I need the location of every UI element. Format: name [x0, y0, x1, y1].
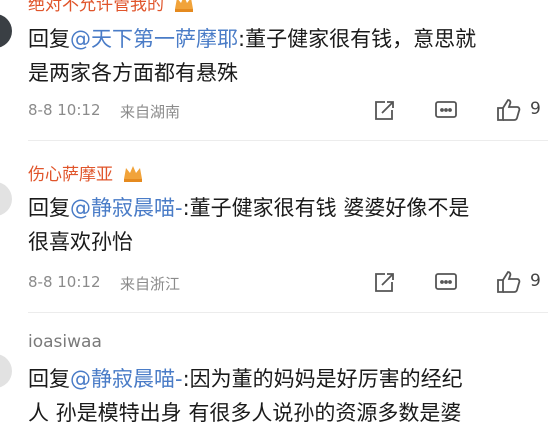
location: 来自湖南	[120, 103, 181, 121]
divider	[28, 140, 548, 141]
comment-text: 回复@天下第一萨摩耶:董子健家很有钱，意思就 是两家各方面都有悬殊	[28, 27, 477, 85]
timestamp: 8-8 10:12	[28, 273, 101, 291]
timestamp: 8-8 10:12	[28, 101, 101, 119]
share-edit-icon[interactable]	[372, 271, 396, 299]
comment-icon[interactable]	[434, 272, 458, 298]
share-edit-icon[interactable]	[372, 99, 396, 127]
thumbs-up-icon[interactable]	[496, 270, 522, 298]
mention-link[interactable]: @静寂晨喵-	[70, 367, 183, 391]
username[interactable]: 绝对不允许管我的	[28, 0, 195, 18]
thumbs-up-icon[interactable]	[496, 98, 522, 126]
divider	[28, 312, 548, 313]
username[interactable]: 伤心萨摩亚	[28, 160, 144, 188]
crown-icon	[122, 163, 144, 188]
like-count: 9	[530, 99, 541, 119]
comment-text: 回复@静寂晨喵-:因为董的妈妈是好厉害的经纪 人 孙是模特出身 有很多人说孙的资…	[28, 367, 463, 425]
username[interactable]: ioasiwaa	[28, 332, 102, 352]
avatar[interactable]	[0, 182, 12, 216]
avatar[interactable]	[0, 14, 12, 48]
comment-text: 回复@静寂晨喵-:董子健家很有钱 婆婆好像不是 很喜欢孙怡	[28, 196, 470, 254]
location: 来自浙江	[120, 275, 181, 293]
like-count: 9	[530, 271, 541, 291]
mention-link[interactable]: @静寂晨喵-	[70, 196, 183, 220]
avatar[interactable]	[0, 354, 12, 388]
comment-icon[interactable]	[434, 100, 458, 126]
mention-link[interactable]: @天下第一萨摩耶	[70, 27, 238, 51]
crown-icon	[173, 0, 195, 18]
